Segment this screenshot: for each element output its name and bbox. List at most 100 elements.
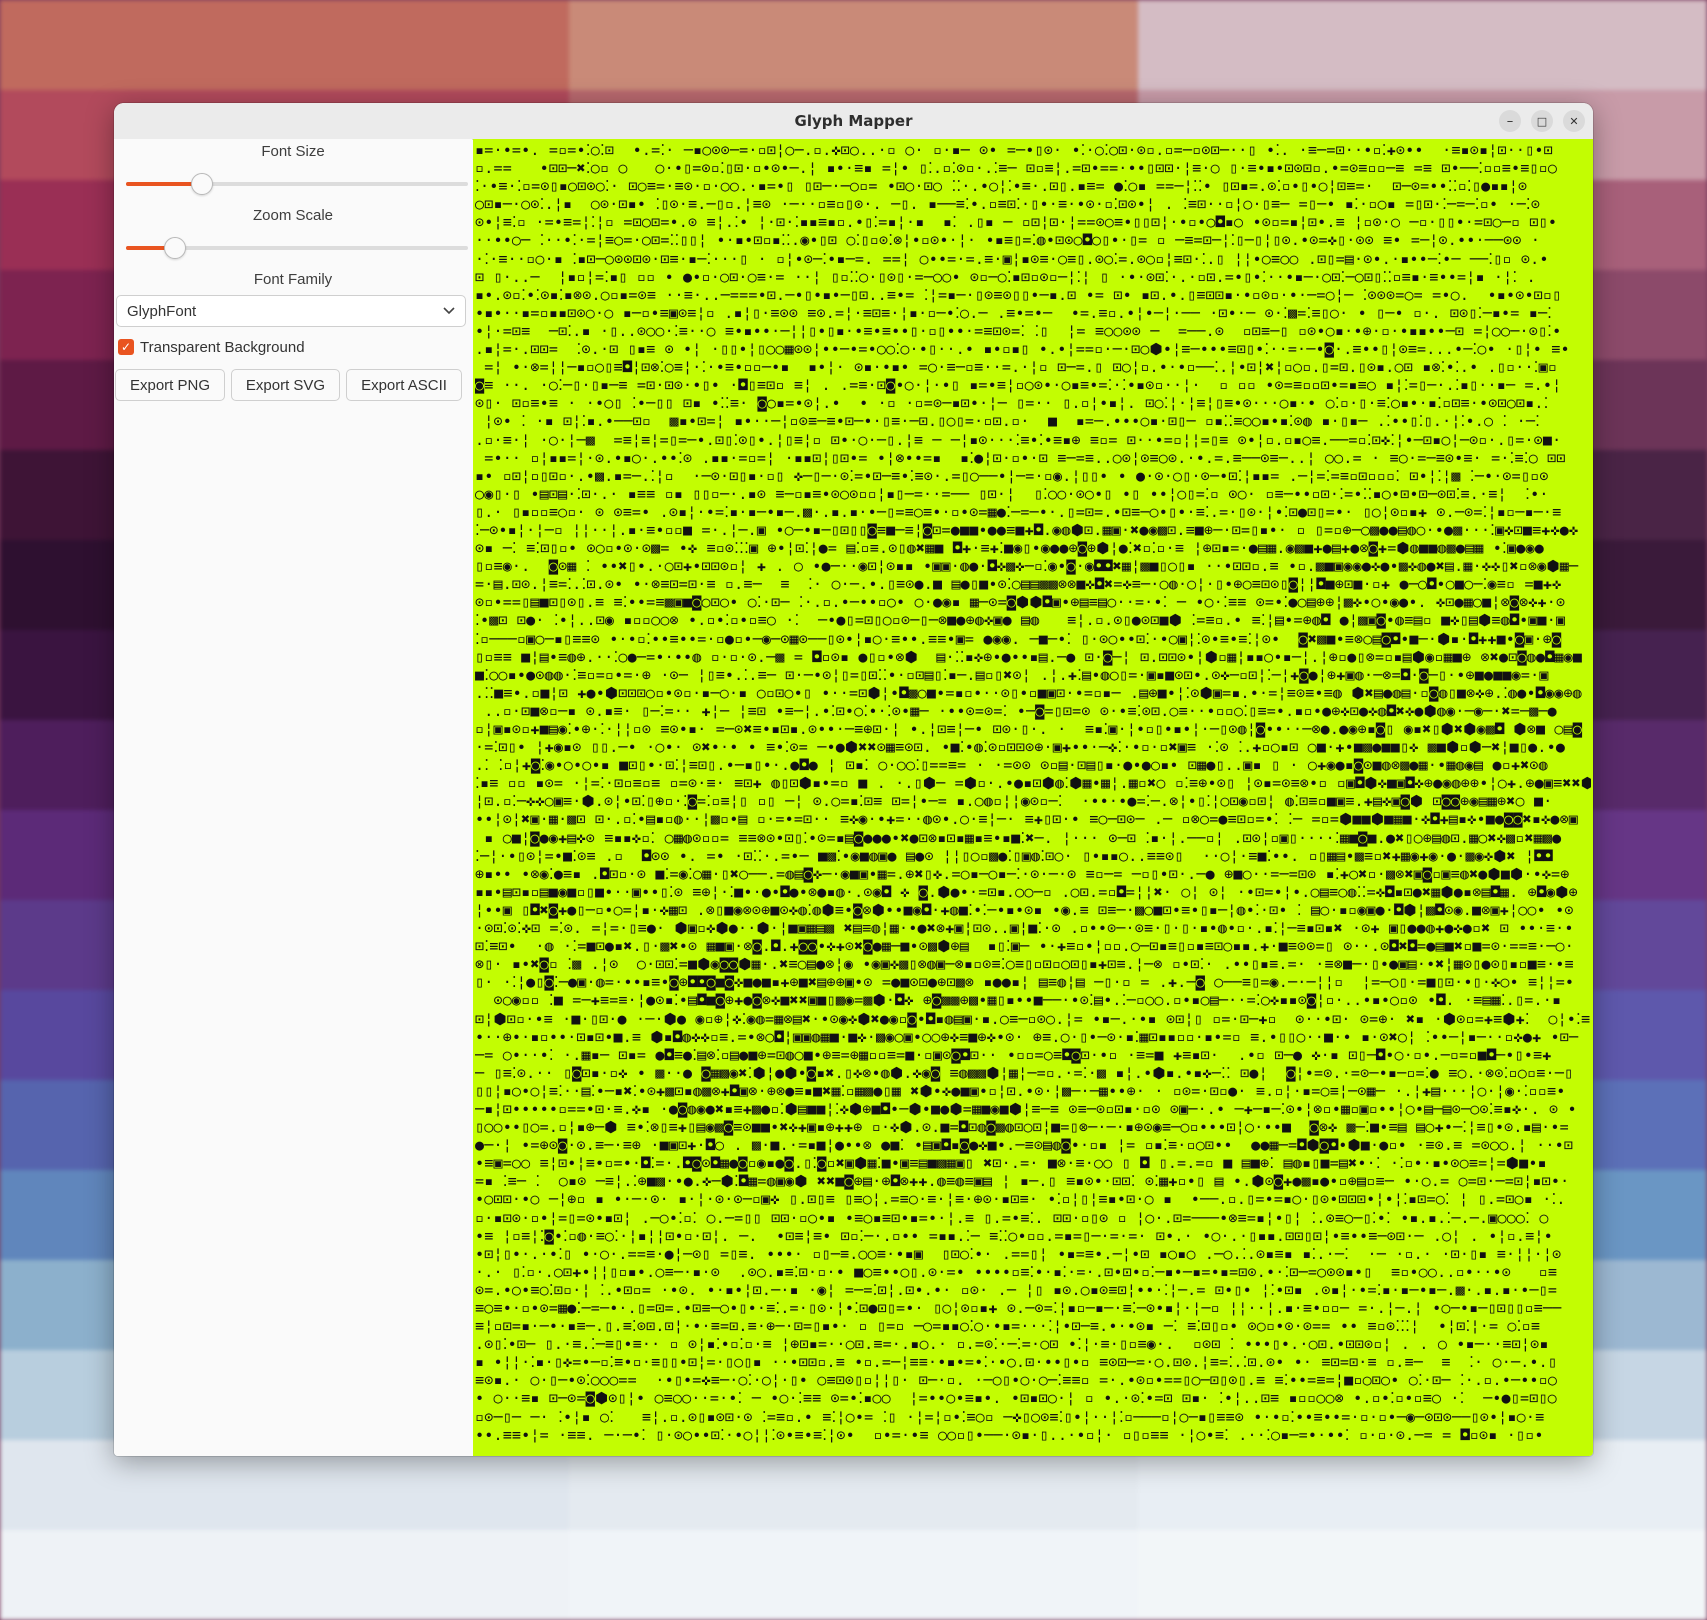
glyph-row: ·=⁚⊡▯∙ ¦✚◉▪⊙ ▯▯.─∙ ·○∙· ⊙✖∙·∙ ∙ ≡∙⁚⊙= ─∙…: [475, 738, 1566, 757]
glyph-row: ≡○≡∙·▫∙⊙=▦●⁚─=─∙·.▯=⊡=.∙⊡≡─○∙▯∙·≡⁚.=·▯⊙·…: [475, 1299, 1562, 1317]
glyph-row: ─▪¦⊡∙∙∙∙∙▫==∙⊡·≡.✜▪ ·●◙◍◉●✖▪≡✚▩●▫⁚⬢▤■■¦⁚…: [475, 1099, 1586, 1118]
glyph-row: ⊡⁚≡⊡∙ ·◍ ·⁚=■⊡●▪✖.▯·▩✖∙⊙ ▦■▣·⊗◙.◘.✚◙◙∙✜✚…: [475, 937, 1574, 956]
minimize-icon: –: [1506, 113, 1514, 129]
close-icon: ✕: [1569, 114, 1579, 128]
zoom-scale-slider[interactable]: [126, 236, 468, 260]
maximize-icon: □: [1536, 114, 1548, 128]
export-svg-button[interactable]: Export SVG: [231, 369, 340, 401]
glyph-row: ≡¦▫⊡=▪·─∙·▪≡─.▯.≡⁚⊙⊡.⊡¦·∙·≡=⊡.≡·⊕─·⊡=▯▪∙…: [475, 1317, 1541, 1336]
glyph-row: ○⊡▪─·○⊙⁚.¦▪ ○⊙·⊡▪∙ ⁚▯⊙·≡.─▯▫.¦≡⊙ ·─··▫≡▫…: [475, 195, 1541, 214]
glyph-row: ▫⊙─▯─ ─· ⁚∙¦▪ ○⁚ ≡¦.▫.⊙▯▪⊙⊡·⊙ ⁚=≡▫.∙ ≡⁚¦…: [475, 1407, 1545, 1426]
glyph-row: ∙∙¦⊙¦✖▣·▦·▩⊡ ⊡·.▫⁚∙▤▪▫◍··¦▩▫∙▤ ▫·=∙=⊡·· …: [475, 810, 1579, 829]
glyph-row: ─ ▯≡⁚⊙.·· ▯◙⊡▪·▫✜ ∙ ▩··● ◙▦▩◉✖⁚⬢¦●⬢∙◙▪✖.…: [475, 1063, 1574, 1082]
glyph-row: ⊡ ▯·..─ ¦▪▫¦=⁚▪▯ ▫▫ ∙ ●∙▫·○⊡·○≡·= ··¦ ▯▫…: [475, 267, 1536, 286]
glyph-row: ∙··⊕∙·▪▫∙∙·⊡▪⊡∙■.≡ ⬢▪◘◍✜✜▫≡.=∙⊗○◘¦▣▣◍▦■·…: [475, 1027, 1579, 1046]
glyph-row: ▫¦▣▪⊙▫✚■▤◉⁚∙⊕·⁚·¦¦▫⊙ ≡⊙∙▪· =─⊙✖≡∙▪⊡▪.⊙∙∙…: [475, 720, 1583, 738]
glyph-row: ..▫·⊡■⊗▫─▪ ⊙.▪≡· ▯─⁚=·· ✚¦─ ¦≡⊡ ∙≡─¦.∙⁚⊡…: [475, 701, 1557, 720]
glyph-row: ·⁚·≡··▫○·▪ ⁚▪⊡─○⊙⊙⊡⊙·⊡≡·▪─⁚···▯ · ▫¦∙⊙─⁚…: [475, 249, 1549, 268]
glyph-row: ⁚▫───▫▣○─▪▯≡≡⊙ ∙·∙▫⁚∙∙≡∙∙=·▫●▫∙─◉─⊙▦⊙──▯…: [475, 629, 1562, 648]
transparent-background-checkbox[interactable]: ✓ Transparent Background: [118, 335, 305, 359]
glyph-row: ⁚─¦·∙▯⊙¦=∙■⁚⊙≡ .▫ ◘⊙⊙ ∙. =∙ ·⊡⁚⁚·.=∙─ ■▩…: [475, 846, 1553, 865]
glyph-row: ¦⊙∙ ⁚ ·▪ ⊡¦⁚▪.∙──⊡▫ ▩▪∙⊡=¦ ▪∙··─¦▫⊙≡─≡∙⊡…: [475, 412, 1541, 431]
glyph-row: ▫·▪⊡⊙·▫∙¦=▯=⊙∙▪⊡¦ .─○∙⁚▫⁚ ○.─=▯▯ ⊡⊡·▫○∙▪…: [475, 1208, 1549, 1227]
glyph-row: ¦⊡.▫⁚─✜✜○▣≡·⬢.⊙¦∙⊡⁚▯⊕▫·⁚◙=⁚▫≡¦▯ ▫▯ ─¦ ⊙.…: [475, 792, 1553, 811]
export-ascii-button[interactable]: Export ASCII: [346, 369, 462, 401]
glyph-canvas[interactable]: ▪=·∙=∙. =▫=∙⁚○⁚⊡ ∙.=⁚· ─▪○⊙⊙─=·▫⊡¦○─.▫.✜…: [473, 139, 1593, 1456]
settings-panel: Font Size Zoom Scale Font Family GlyphFo…: [114, 139, 472, 1456]
glyph-row: ▯▯¦▪○∙○¦≡⁚··▤⁚∙─▪✖⁚∙⊙✚▩⊡▪◍▩⊗✚◘▣⊗·⊕⊗●≡▪■✖…: [475, 1081, 1566, 1100]
glyph-row: ∙○⊡⊡·∙○ ─¦⊕▫ ▪ ∙·─·⊙· ▪·¦·⊙·⊙─▫▣✜ ▯.⊡▯≡ …: [475, 1190, 1566, 1209]
glyph-row: ◙≡ ··. ·○⁚─▯·▯▪─≡ =⊡·⊡⊙·∙▯∙ ·◘▯≡⊡▫ ≡¦ . …: [475, 376, 1562, 395]
glyph-row: ¦∙∙▣ ▯◘✖◙✚●▯─▫∙○=¦▪·✜▦⊡ .⊗▯■◉⊗⊙⊕■⊙✜◍⁚◍⬢≡…: [475, 900, 1574, 919]
glyph-row: .⊙▯⁚∙⊡─ ▯.·≡.⁚─≡▯∙≡·· ▫ ⊙¦▪⁚∙▫⁚▫·≡ ¦⊕⊡▪=…: [475, 1335, 1549, 1354]
glyph-row: ∙ ○··≡▪ ⊡─⊙=◙⬢⊙▯¦∙ ○≡○○··=·∙⁚ ─ ∙○·⁚≡≡ ⊙…: [475, 1389, 1557, 1408]
slider-fill: [126, 182, 202, 186]
glyph-row: ─= ○∙··∙⁚ ·.▦▪─ ⊡▪= ●◘≡●⁚▤⊗⁚▫▤●■⊕=⊡◍○■∙⊕…: [475, 1045, 1570, 1064]
glyph-row: ▯○○∙∙▯○=.▫¦▪⊕─⬢ ≡∙⁚⊗▯≡✚▯▤◉▩◙≡⊙■■∙✖✜✚▣▪⊕✚…: [475, 1118, 1579, 1137]
glyph-row: ▯· ·⁚¦●▯◙⁚─●▣·◍=·∙∙▪≡∙◙⊕◘◘◙■◙✜■●■▪✚⊕■✖▤⊕…: [475, 973, 1575, 992]
glyph-row: ⊗▯· ▪∙✖◙▫ ⁚▩ .¦⊙ ○·⊡⊡⁚=■⬢◉◙◙⬢▦·.✖≡○▤●⊗¦◉…: [475, 955, 1574, 974]
glyph-row: ▪=·∙=∙. =▫=∙⁚○⁚⊡ ∙.=⁚· ─▪○⊙⊙─=·▫⊡¦○─.▫.✜…: [475, 141, 1553, 159]
glyph-row: ∙¦·=⊡≡ ─⊡⁚.▪ ·▯..⊙○○·⁚≡··○ ≡∙▪∙∙·─¦¦▯∙▯▪…: [475, 321, 1562, 340]
glyph-row: ○◉▯·▯ ∙▤⊡▤·⁚⊡·.· ▪≡≡ ▫▪ ▯▯▫─·.▪⊙ ≡─▫▪≡∙⊙…: [475, 484, 1549, 503]
glyph-row: ▪∙ ▫⊡¦▫▯⊡▫·.∙▩.▪=─.⁚¦▫ ·─⊙·⊡▯▪·▫▯ ✜─▯─·⊙…: [475, 466, 1549, 485]
glyph-row: ▯▫≡≡ ■¦▤∙≡◍⊕.··⁚○●─=∙·∙∙◍ ▫·▫·⊙.─▩ = ◘▫⊙…: [475, 647, 1583, 666]
zoom-scale-label: Zoom Scale: [252, 207, 334, 224]
glyph-row: ⁚·∙≡·⁚▫=⊙▯▪○⊡⊙○⁚· ⊡○≡=·≡⊙·▫·○○.·▪=∙▯ ▯⊡─…: [475, 177, 1528, 196]
glyph-row: ▪ ∙¦¦·⁚▪·▯✜=∙─▫⁚≡∙▫·≡▯▯∙⊡¦=·▯○▯▪ ··∙⊡⊡▫.…: [475, 1353, 1558, 1372]
glyph-row: ▫.== ∙⊡⊡─✖⁚○▫ ○ ○·∙▯=⊙▫⁚▯⊡·▫∙⊙∙─.¦ ▪∙·≡▪…: [475, 159, 1558, 178]
glyph-row: ⊙▫∙==▯▤■⊡▯⊙▯.≡ ≡⁚∙∙=≡▩▣■◙○⊡○∙ ○⁚·⊡─ ⁚·.▫…: [475, 593, 1566, 612]
glyph-row: ⊕▪∙∙ ∙⊗◉⁚●≡▪ .◘⊡▫·⊙ ■⁚=◉⁚○▦·▯✖○──.=◍▤◙✜─…: [475, 864, 1570, 883]
glyph-row: ·.· ▯⁚▫·.○⊡✚∙¦¦▯▫▪∙.○≡─·▪·⊙ .⊙○.▪≡⁚⊡·▫·∙…: [475, 1262, 1558, 1281]
glyph-row: ⊙○◉▫▫ ⁚■ =─✚≡=≡·¦●⊙▪⁚∙▤◘■◙⊕✚●◙⊗✜■✖✖▣■▯▩◉…: [475, 991, 1562, 1010]
export-png-button[interactable]: Export PNG: [115, 369, 225, 401]
glyph-row: .▪¦=·.⊡⊡= ⁚⊙.·⊡ ▯▪≡ ⊙ ∙¦ ·▯▯∙¦▯○○▦⊙⊙¦∙∙─…: [475, 340, 1570, 359]
maximize-button[interactable]: □: [1531, 110, 1553, 132]
glyph-row: ⁚∙▩⊡ ⊡●· ⁚∙¦..⊡◉ ▪▫▫○○⊗ ∙.▫∙⁚▫∙▫≡○ ·⁚ ─∙…: [475, 611, 1566, 630]
slider-knob[interactable]: [191, 173, 214, 195]
checkbox-checked-icon[interactable]: ✓: [118, 339, 134, 355]
font-size-slider[interactable]: [126, 172, 468, 196]
glyph-row: =¦ ∙·⊗=¦¦─▪▫○▯≡◘¦⊡⊗⁚○≡¦·⁚·∙≡∙▫▫─∙▪ ▪∙¦· …: [475, 358, 1558, 377]
glyph-row: ▪∙.⊙▫⁚∙⁚⊙▪⁚▪⊗⊙.○▫▪=⊙≡ ··≡·..─===∙⊡.─∙▯∙▪…: [475, 285, 1562, 304]
glyph-row: ■⁚○○▪∙●⊙◍◍·⁚≡▫=▫∙=·⊕ ·⊙─ ¦▯≡∙.⁚.≡─ ⊡·─∙⊙…: [475, 665, 1549, 684]
glyph-row: ⁚─⊙∙▪¦·¦─▫ ¦¦··¦.▪·≡∙▫▫■ =·.¦─.▣ ∙○─∙▪─▯…: [475, 520, 1579, 539]
title-bar[interactable]: Glyph Mapper – □ ✕: [114, 103, 1593, 140]
glyph-row: ▯.· ▯▪▫▫≡○▫· ⊙ ⊙≡=∙ .⊙▪¦·∙=⁚▪·▪─∙▪─.▩·.▪…: [475, 502, 1562, 521]
glyph-row: ∙≡▣=○○ ≡¦⊡∙¦≡∙▫=∙·◘⁚=·.◘◙⊙◘▦●◙▫◉▪●◙.▯⁚◙▫…: [475, 1154, 1566, 1173]
glyph-row: ∙∙.≡≡∙¦= ·≡≡. ─·─∙⁚ ▯·⊙○∙∙⊡⁚·∙○¦¦⁚⊙∙≡∙≡⁚…: [475, 1425, 1553, 1444]
font-family-select[interactable]: GlyphFont: [116, 295, 466, 327]
glyph-row: ⊙∙¦≡⁚▫ ·=∙≡=¦⁚¦▫ =⊡○⊡=∙.⊙ ≡¦.⁚∙ ¦·⊡·⁚▪▪≡…: [475, 213, 1558, 232]
transparent-background-label: Transparent Background: [140, 338, 305, 356]
glyph-row: ⊙▪ ─⁚ ≡⁚⊡▯▫∙ ⊙○▫∙⊙·⊙▩= ∙✜ ≡▫⊙⁚⁚⁚▣ ⊕∙¦⊡⁚¦…: [475, 539, 1544, 558]
glyph-row: ▪ ○■¦◙●◉✚▤✜⊙ ≡▪▪✜▫⁚ ○▦◍⊙▫▫= ≡≡⊗⊙∙⊡▯⁚∙⊙=▪…: [475, 828, 1562, 847]
glyph-row: ⊙=.∙○∙≡○⁚⊡▫·¦ ⁚.∙⊡▫= ·∙⊙. ∙·▪∙¦⊡.─·▪ ·◉¦…: [475, 1280, 1558, 1299]
glyph-row: ⁚▪≡ ▫▫ ▪⊙= ·¦=⁚·⊡▫≡▫≡ ▫=⊙·≡· ≡⊡✚ ◍▯⊡⬢▪∙=…: [475, 774, 1591, 793]
glyph-row: ●─·¦ ∙=⊕⊙◙·⊙.≡─·≡⊕ ·■▣⊡✚·◘○ . ▩·■.·=▪■¦●…: [475, 1136, 1583, 1155]
glyph-row: ▯▫≡◉·. ◙⊙▦ ⁚ ∙∙✖▯∙.·○⊡✚∙⊡⊡⊙▫¦ ✚ . ○ ∙●─·…: [475, 557, 1579, 576]
glyph-row: ∙≡ ¦▫≡¦⁚◙∙⁚▫◍·≡○⁚·¦▪¦¦⊡∙▫·⊡¦. ─. ∙⊡≡¦≡∙ …: [475, 1226, 1553, 1245]
glyph-row: ▪▪∙▤⊡▪▫▤■◉■▫▯■∙··▣∙∙▯⁚⊙ ≡⊕¦·⁚■∙·●∙◘●∙⊗●▪…: [475, 882, 1578, 901]
glyph-row: .▫·≡·¦ ·○·¦─▩ =≡¦≡¦=▯=─∙.⊡▯⁚⊙▯∙.¦▯≡¦▫ ⊡∙…: [475, 430, 1562, 449]
font-size-label: Font Size: [261, 143, 325, 160]
glyph-row: ·⊙⊡⁚⊙⁚✜⊡ =⁚⊙. =¦=·▯≡●· ⬢▣▫✜⬢●··⬢·¦■▣▦▤▩ …: [475, 919, 1574, 938]
glyph-row: ≡⊙▪.· ○·▯─∙⊙⁚○○○== ·∙▯∙=✜≡─·○⁚·○¦·▯∙ ○≡⊡…: [475, 1371, 1558, 1390]
glyph-row: ··∙∙○─ ⁚··∙⁚·=¦≡○=·○⊡=⁚⁚▯▯¦ ∙·▪∙⊡▫▪⁚⁚.◉∙…: [475, 231, 1541, 250]
glyph-row: ∙▪∙··▪=▫▪▪⊡⊙○·○ ▪─▫∙≡▣⊙≡¦▫ .▪¦▯·≡⊙⊙ ≡⊙.=…: [475, 303, 1562, 322]
font-family-label: Font Family: [253, 271, 333, 288]
font-family-value: GlyphFont: [127, 302, 197, 320]
close-button[interactable]: ✕: [1563, 110, 1585, 132]
glyph-row: ⊙▯· ⊡▫≡∙≡ · ·∙○▯ ⁚∙─▯▯ ⊡▪ ∙⁚⁚≡· ◙○▪=∙⊙¦.…: [475, 394, 1549, 413]
chevron-down-icon: [443, 307, 455, 315]
window-title: Glyph Mapper: [794, 112, 913, 130]
minimize-button[interactable]: –: [1499, 110, 1521, 132]
glyph-row: .⁚⁚■≡∙.▫■¦⊡ ✚●∙⬢⊡⊡⊡○▫∙⊙▫·▪─○·▪ ○▫⊡○∙▯ ∙·…: [475, 683, 1582, 702]
glyph-grid: ▪=·∙=∙. =▫=∙⁚○⁚⊡ ∙.=⁚· ─▪○⊙⊙─=·▫⊡¦○─.▫.✜…: [475, 141, 1591, 1454]
slider-knob[interactable]: [163, 237, 186, 259]
app-window: Glyph Mapper – □ ✕ Font Size Zoom Scale …: [114, 103, 1593, 1456]
glyph-row: .⁚ ⁚▫¦✚◙⁚◉∙○∙○∙▪ ■⊡▯∙·⊡⁚¦≡⊡▯.∙─▪▯∙·.●◘● …: [475, 756, 1558, 775]
glyph-row: =·▤.⊡⊙.¦≡=⁚.⁚⊡.⊙∙ ∙·⊗≡⊡=⊡·≡ ▫.≡─ ≡ ⁚· ○·…: [475, 575, 1562, 594]
glyph-row: =▪ ⁚≡─ ⁚ ○▪⊙ ─≡¦.⁚⊕■▩·∙●.✜─⬢⁚◘▦=◍▣◉⬢ ✖✖■…: [475, 1172, 1570, 1191]
glyph-row: ⊡¦⬢⊡▫·∙≡ ·■·▯⊡·● ·─·⬢● ◉▫⊕¦✜⁚◉◍=▦⊗▤✖·∙⊙◉…: [475, 1009, 1591, 1028]
glyph-row: =∙·· ▫¦▪▪=¦·⊙.∙▪○·.∙∙⁚⊙ .▪▪·=▫=¦ ·▪▪⊡¦▯⊡…: [475, 448, 1566, 467]
